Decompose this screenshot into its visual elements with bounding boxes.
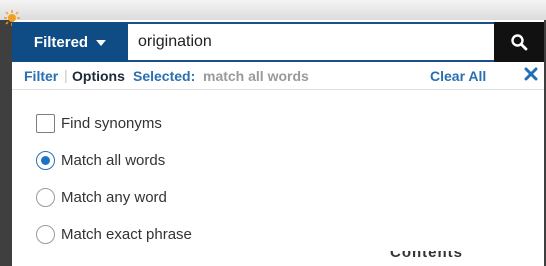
match-all-words-radio[interactable] — [36, 150, 55, 170]
tab-separator: | — [64, 67, 68, 83]
clear-all-link[interactable]: Clear All — [430, 68, 486, 84]
selected-label: Selected: — [133, 68, 196, 84]
close-icon[interactable] — [524, 67, 538, 81]
search-button[interactable] — [494, 22, 544, 62]
option-match-exact-phrase[interactable]: Match exact phrase — [36, 222, 192, 246]
option-label: Match exact phrase — [61, 225, 192, 243]
screenshot-frame: Contents Filtered Filter | Options Selec… — [0, 0, 546, 266]
background-strip-left — [0, 20, 12, 266]
option-find-synonyms[interactable]: Find synonyms — [36, 111, 162, 135]
search-bar: Filtered — [12, 22, 544, 62]
match-any-word-radio[interactable] — [36, 187, 55, 207]
selected-value: match all words — [203, 68, 309, 84]
caret-down-icon — [96, 40, 107, 46]
tab-filter[interactable]: Filter — [24, 68, 58, 84]
option-match-all-words[interactable]: Match all words — [36, 148, 165, 172]
filter-dropdown-label: Filtered — [33, 33, 89, 51]
search-options-panel: Find synonyms Match all words Match any … — [12, 91, 544, 251]
find-synonyms-checkbox[interactable] — [36, 113, 55, 133]
option-label: Match all words — [61, 151, 166, 169]
options-header: Filter | Options Selected: match all wor… — [12, 62, 544, 90]
background-strip-top — [0, 0, 546, 20]
option-label: Find synonyms — [61, 114, 162, 132]
tab-options[interactable]: Options — [72, 68, 125, 84]
search-input[interactable] — [128, 24, 494, 60]
match-exact-phrase-radio[interactable] — [36, 224, 55, 244]
filter-dropdown-button[interactable]: Filtered — [12, 22, 128, 62]
search-icon — [511, 34, 528, 51]
option-match-any-word[interactable]: Match any word — [36, 185, 167, 209]
option-label: Match any word — [61, 188, 167, 206]
